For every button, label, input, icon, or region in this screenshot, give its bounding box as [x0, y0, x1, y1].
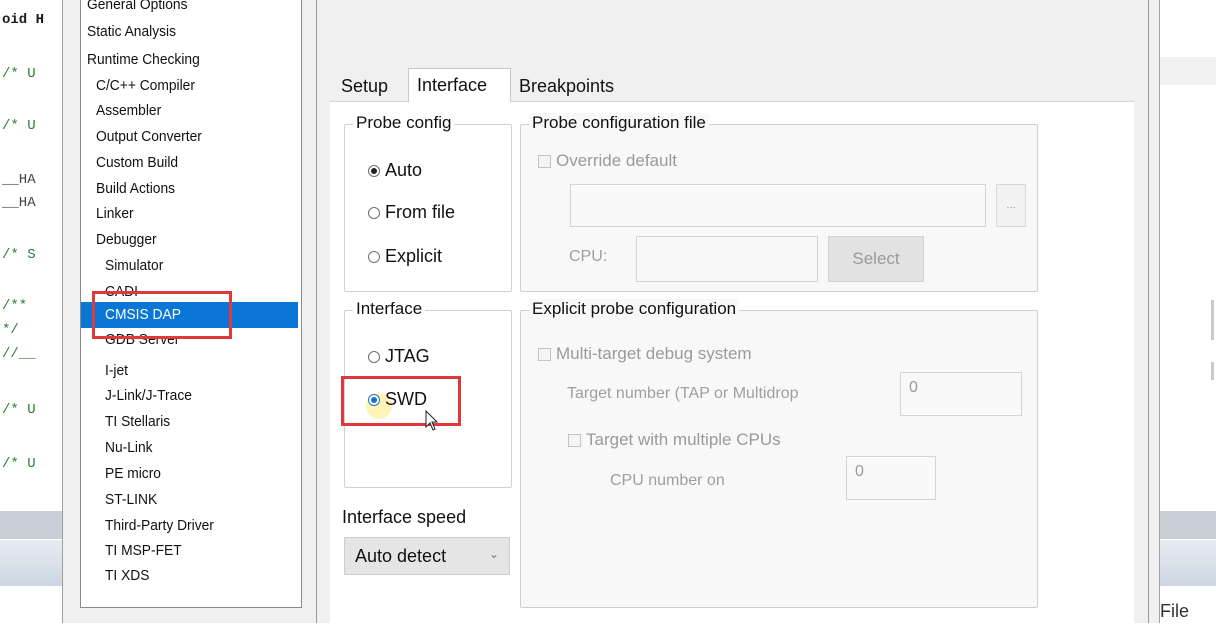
interface-speed-value: Auto detect — [355, 546, 447, 566]
editor-tab-band — [1160, 540, 1216, 586]
probe-explicit-label: Explicit — [385, 246, 443, 266]
code-line: /* S — [2, 247, 36, 263]
override-default-label: Override default — [556, 151, 677, 170]
interface-speed-label: Interface speed — [342, 507, 467, 527]
checkbox-icon — [538, 154, 551, 168]
category-i-jet[interactable]: I-jet — [105, 362, 128, 379]
category-assembler[interactable]: Assembler — [96, 102, 161, 119]
explicit-probe-title: Explicit probe configuration — [529, 299, 740, 319]
radio-unchecked-icon — [368, 206, 380, 219]
category-runtime-checking[interactable]: Runtime Checking — [87, 51, 200, 68]
probe-auto-radio[interactable]: Auto — [368, 160, 422, 181]
category-custom-build[interactable]: Custom Build — [96, 154, 178, 171]
multi-target-label: Multi-target debug system — [556, 344, 752, 363]
probe-config-title: Probe config — [353, 113, 455, 133]
probe-from-file-label: From file — [385, 202, 456, 222]
category-static-analysis[interactable]: Static Analysis — [87, 23, 176, 40]
category-ti-stellaris[interactable]: TI Stellaris — [105, 413, 170, 430]
editor-status-band — [0, 511, 66, 539]
code-line: __HA — [2, 172, 36, 188]
category-nu-link[interactable]: Nu-Link — [105, 439, 153, 456]
override-default-checkbox[interactable]: Override default — [538, 151, 677, 171]
category-build-actions[interactable]: Build Actions — [96, 180, 175, 197]
cpu-number-label: CPU number on — [610, 472, 725, 489]
category-output-converter[interactable]: Output Converter — [96, 128, 202, 145]
checkbox-icon — [538, 347, 551, 361]
category-st-link[interactable]: ST-LINK — [105, 491, 157, 508]
multi-target-checkbox[interactable]: Multi-target debug system — [538, 344, 752, 364]
cpu-number-field[interactable]: 0 — [846, 456, 936, 500]
interface-group-title: Interface — [353, 299, 426, 319]
scroll-edge — [1211, 300, 1214, 340]
chevron-down-icon: ⌄ — [488, 547, 499, 561]
cpu-field[interactable] — [636, 236, 818, 282]
probe-auto-label: Auto — [385, 160, 423, 180]
target-number-field[interactable]: 0 — [900, 372, 1022, 416]
code-line: /** — [2, 298, 28, 314]
code-line: //__ — [2, 346, 36, 362]
browse-button[interactable]: ... — [996, 184, 1026, 227]
radio-unchecked-icon — [368, 350, 380, 363]
code-line: /* U — [2, 402, 36, 418]
radio-unchecked-icon — [368, 250, 380, 263]
checkbox-icon — [568, 433, 581, 447]
probe-file-title: Probe configuration file — [529, 113, 709, 133]
jtag-label: JTAG — [385, 346, 430, 366]
code-line: oid H — [2, 12, 45, 28]
scroll-edge — [1211, 362, 1214, 380]
code-line: /* U — [2, 66, 36, 82]
tab-interface[interactable]: Interface — [408, 68, 511, 102]
code-line: /* U — [2, 118, 36, 134]
category-debugger[interactable]: Debugger — [96, 231, 157, 248]
select-cpu-button[interactable]: Select — [828, 236, 924, 282]
swd-highlight-box — [341, 376, 461, 426]
editor-status-band — [1160, 511, 1216, 539]
category-j-link[interactable]: J-Link/J-Trace — [105, 387, 192, 404]
mouse-pointer-icon — [425, 410, 439, 431]
tab-breakpoints[interactable]: Breakpoints — [511, 70, 622, 102]
target-number-label: Target number (TAP or Multidrop — [567, 385, 799, 402]
code-line: __HA — [2, 195, 36, 211]
category-ti-msp-fet[interactable]: TI MSP-FET — [105, 542, 182, 559]
code-line: /* U — [2, 456, 36, 472]
probe-from-file-radio[interactable]: From file — [368, 202, 455, 223]
probe-file-path-field[interactable] — [570, 184, 986, 227]
cpu-label: CPU: — [569, 248, 608, 265]
category-pe-micro[interactable]: PE micro — [105, 465, 161, 482]
category-ti-xds[interactable]: TI XDS — [105, 567, 149, 584]
category-general-options[interactable]: General Options — [87, 0, 187, 13]
category-cpp-compiler[interactable]: C/C++ Compiler — [96, 77, 195, 94]
probe-explicit-radio[interactable]: Explicit — [368, 246, 442, 267]
tab-setup[interactable]: Setup — [333, 70, 396, 102]
jtag-radio[interactable]: JTAG — [368, 346, 430, 367]
category-linker[interactable]: Linker — [96, 205, 134, 222]
category-simulator[interactable]: Simulator — [105, 257, 163, 274]
cmsis-dap-highlight-box — [92, 291, 232, 339]
multi-cpu-checkbox[interactable]: Target with multiple CPUs — [568, 430, 781, 450]
file-menu-label[interactable]: File — [1160, 601, 1189, 622]
multi-cpu-label: Target with multiple CPUs — [586, 430, 781, 449]
editor-tab-band — [0, 540, 66, 586]
code-line: */ — [2, 322, 19, 338]
radio-checked-icon — [368, 164, 380, 177]
interface-speed-select[interactable]: Auto detect ⌄ — [344, 537, 510, 575]
category-third-party-driver[interactable]: Third-Party Driver — [105, 517, 214, 534]
